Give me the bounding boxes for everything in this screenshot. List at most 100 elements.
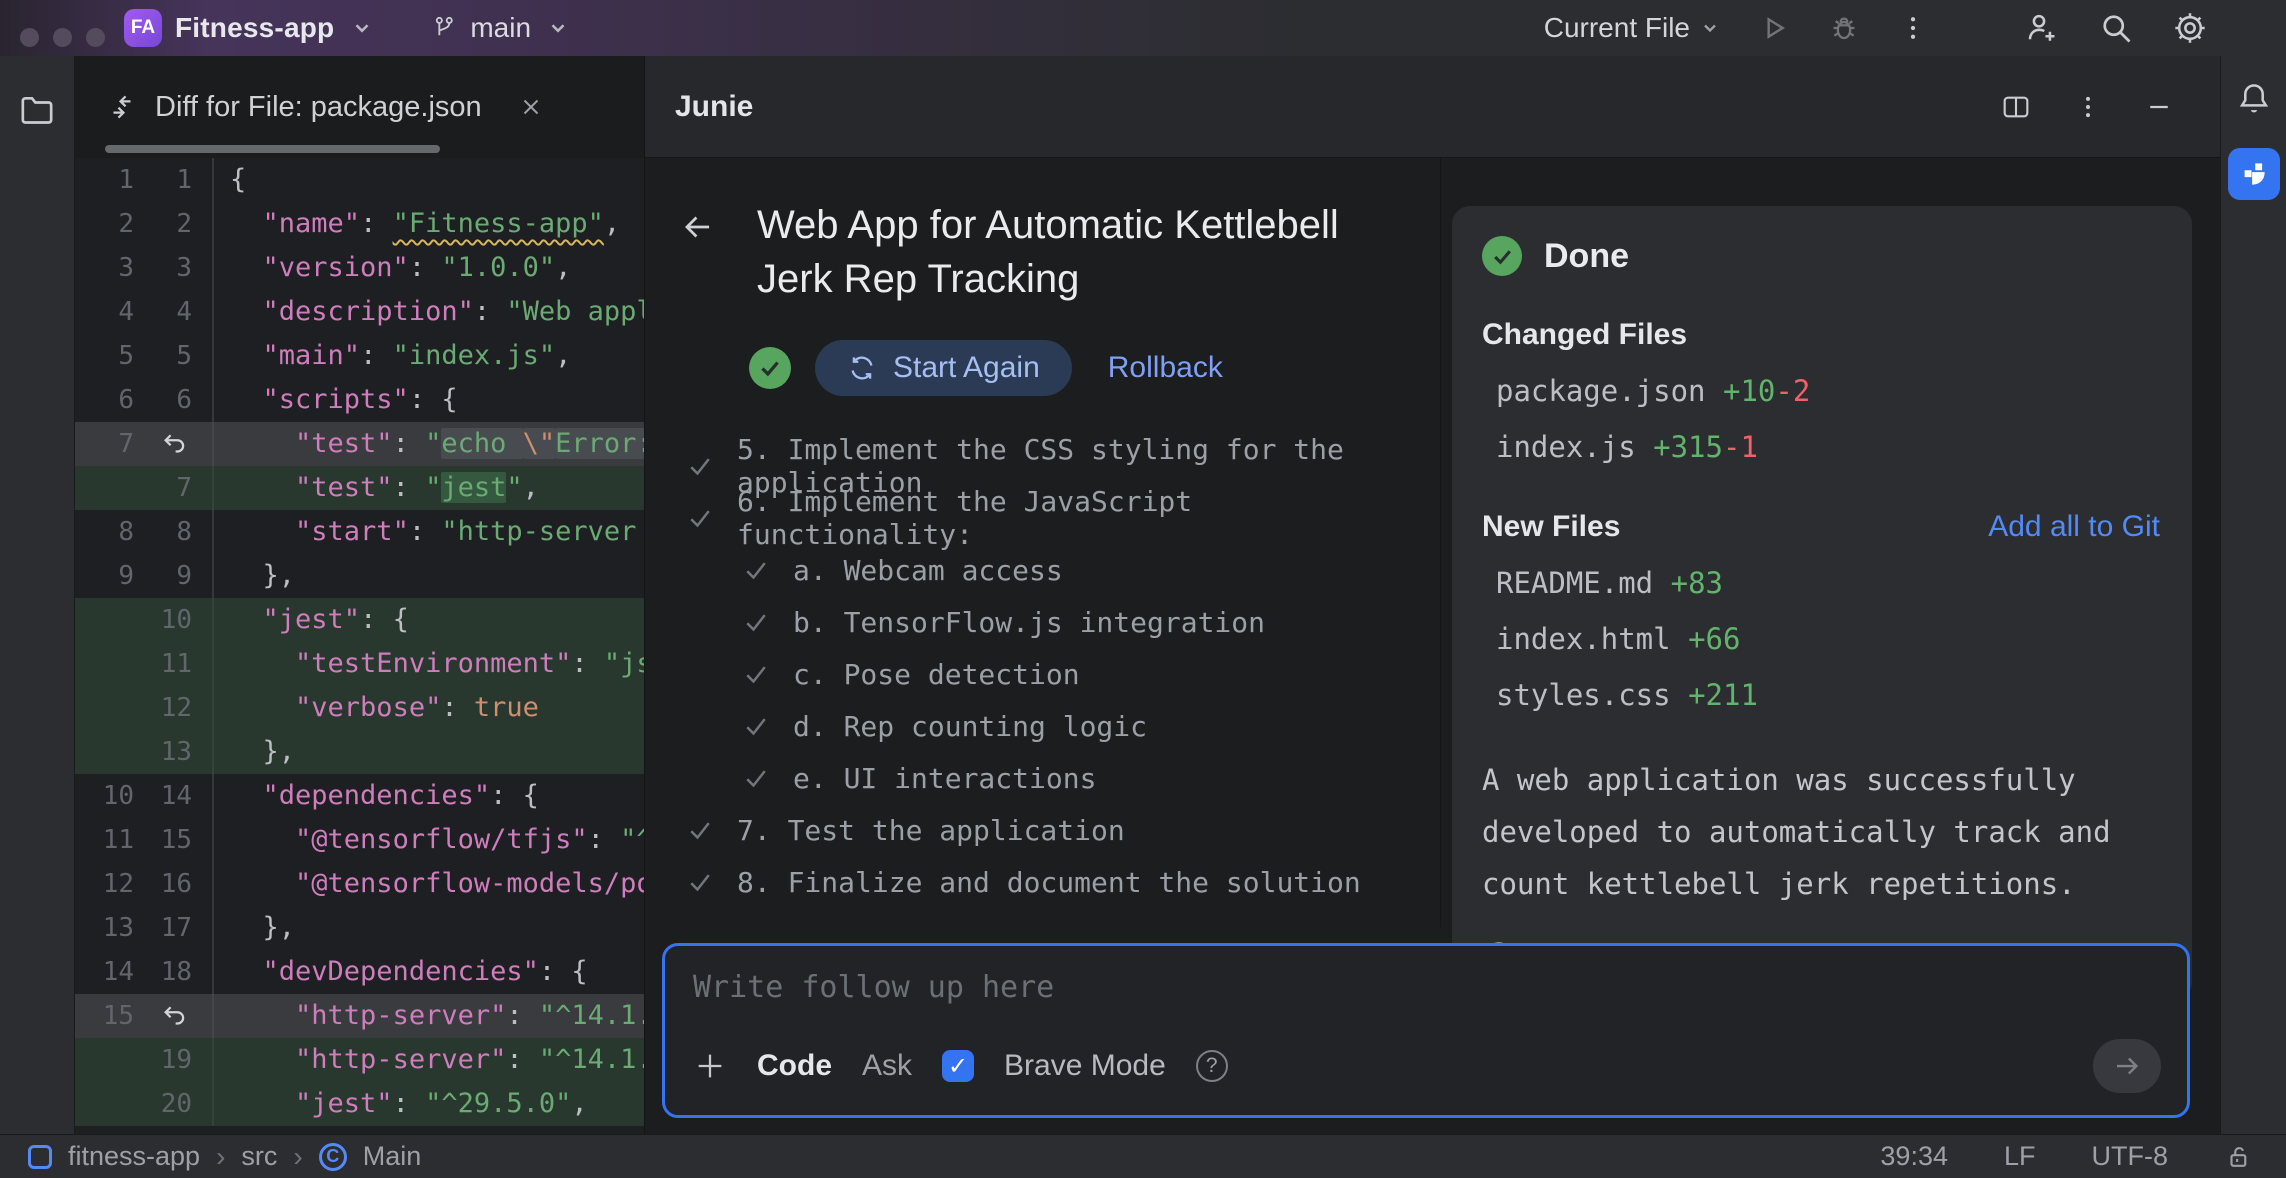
- file-row[interactable]: styles.css +211: [1482, 678, 2160, 712]
- panel-options-menu[interactable]: [2074, 93, 2102, 121]
- line-number-before: 3: [75, 246, 134, 290]
- line-number-before: 11: [75, 818, 134, 862]
- editor-line: 66 "scripts": {: [75, 378, 644, 422]
- send-button[interactable]: [2093, 1039, 2161, 1093]
- line-number-after: 13: [134, 730, 192, 774]
- tab-diff-package-json[interactable]: Diff for File: package.json: [75, 90, 544, 124]
- diff-editor[interactable]: 11{22 "name": "Fitness-app",33 "version"…: [75, 158, 644, 1134]
- editor-line: 20 "jest": "^29.5.0",: [75, 1082, 644, 1126]
- close-window-button[interactable]: [20, 28, 39, 47]
- run-configuration-selector[interactable]: Current File: [1544, 12, 1720, 44]
- file-row[interactable]: README.md +83: [1482, 566, 2160, 600]
- notifications-bell-icon[interactable]: [2235, 80, 2273, 118]
- add-all-to-git-link[interactable]: Add all to Git: [1988, 510, 2160, 544]
- project-avatar: FA: [124, 9, 162, 47]
- editor-line: 13 },: [75, 730, 644, 774]
- diff-icon: [105, 90, 139, 124]
- task-label: 8. Finalize and document the solution: [737, 866, 1361, 899]
- task-list: 5. Implement the CSS styling for the app…: [685, 440, 1410, 908]
- breadcrumb-class[interactable]: Main: [363, 1141, 422, 1172]
- file-name[interactable]: index.html: [1496, 622, 1688, 656]
- mode-code-button[interactable]: Code: [757, 1049, 832, 1083]
- mode-ask-button[interactable]: Ask: [862, 1049, 912, 1083]
- gutter-spacer: [192, 730, 212, 774]
- added-count: +66: [1688, 622, 1740, 656]
- file-name[interactable]: README.md: [1496, 566, 1671, 600]
- debug-button[interactable]: [1828, 12, 1860, 44]
- line-number-before: 6: [75, 378, 134, 422]
- editor-line: 1115 "@tensorflow/tfjs": "^: [75, 818, 644, 862]
- editor-line: 12 "verbose": true: [75, 686, 644, 730]
- check-icon: [741, 763, 771, 793]
- brave-mode-checkbox[interactable]: ✓: [942, 1050, 974, 1082]
- gutter-spacer: [192, 158, 212, 202]
- split-view-icon[interactable]: [2000, 91, 2032, 123]
- file-name[interactable]: styles.css: [1496, 678, 1688, 712]
- close-tab-icon[interactable]: [518, 94, 544, 120]
- gutter-spacer: [192, 290, 212, 334]
- code-text: "http-server": "^14.1.: [212, 1038, 644, 1082]
- editor-line: 19 "http-server": "^14.1.: [75, 1038, 644, 1082]
- brave-mode-label: Brave Mode: [1004, 1049, 1166, 1083]
- left-tool-rail: [0, 56, 75, 1134]
- file-name[interactable]: index.js: [1496, 430, 1653, 464]
- file-row[interactable]: index.html +66: [1482, 622, 2160, 656]
- vcs-widget[interactable]: main: [430, 12, 569, 44]
- line-separator-widget[interactable]: LF: [2004, 1141, 2036, 1172]
- code-text: "start": "http-server: [212, 510, 644, 554]
- done-card: Done Changed Files package.json +10-2ind…: [1452, 206, 2192, 1000]
- encoding-widget[interactable]: UTF-8: [2092, 1141, 2169, 1172]
- minimize-window-button[interactable]: [53, 28, 72, 47]
- removed-count: -2: [1775, 374, 1810, 408]
- done-check-icon: [1482, 236, 1522, 276]
- start-again-button[interactable]: Start Again: [815, 340, 1072, 396]
- breadcrumb-dir[interactable]: src: [241, 1141, 277, 1172]
- more-actions-menu[interactable]: [1898, 13, 1928, 43]
- right-tool-rail: [2220, 56, 2286, 1134]
- follow-up-input[interactable]: Write follow up here Code Ask ✓ Brave Mo…: [662, 943, 2190, 1118]
- file-row[interactable]: package.json +10-2: [1482, 374, 2160, 408]
- file-row[interactable]: index.js +315-1: [1482, 430, 2160, 464]
- revert-change-icon[interactable]: [160, 429, 190, 459]
- breadcrumb: fitness-app › src › C Main: [28, 1141, 421, 1173]
- breadcrumb-project[interactable]: fitness-app: [68, 1141, 200, 1172]
- back-arrow-icon[interactable]: [679, 208, 717, 306]
- editor-line: 15 "http-server": "^14.1.: [75, 994, 644, 1038]
- done-label: Done: [1544, 237, 1629, 276]
- line-number-before: [75, 598, 134, 642]
- revert-change-icon[interactable]: [160, 1001, 190, 1031]
- unlock-icon[interactable]: [2224, 1142, 2254, 1172]
- line-number-after: 8: [134, 510, 192, 554]
- code-text: "name": "Fitness-app",: [212, 202, 644, 246]
- editor-line: 1216 "@tensorflow-models/po: [75, 862, 644, 906]
- task-label: 6. Implement the JavaScript functionalit…: [737, 485, 1410, 551]
- line-number-after: 3: [134, 246, 192, 290]
- maximize-window-button[interactable]: [86, 28, 105, 47]
- search-everywhere-icon[interactable]: [2098, 10, 2134, 46]
- task-label: d. Rep counting logic: [793, 710, 1147, 743]
- settings-gear-icon[interactable]: [2172, 10, 2208, 46]
- check-icon: [741, 607, 771, 637]
- caret-position-widget[interactable]: 39:34: [1880, 1141, 1948, 1172]
- gutter-spacer: [192, 686, 212, 730]
- editor-area: Diff for File: package.json 11{22 "name"…: [75, 56, 645, 1134]
- hide-panel-icon[interactable]: [2144, 92, 2174, 122]
- check-icon: [685, 451, 715, 481]
- run-button[interactable]: [1758, 12, 1790, 44]
- window-controls: [20, 28, 105, 47]
- junie-panel-header: Junie: [645, 56, 2220, 158]
- junie-tool-window-icon[interactable]: [2228, 148, 2280, 200]
- file-name[interactable]: package.json: [1496, 374, 1723, 408]
- help-icon[interactable]: ?: [1196, 1050, 1228, 1082]
- code-with-me-icon[interactable]: [2024, 10, 2060, 46]
- project-selector[interactable]: Fitness-app: [175, 12, 334, 44]
- active-tab-indicator: [105, 145, 440, 153]
- attach-plus-icon[interactable]: [693, 1049, 727, 1083]
- project-root-icon: [28, 1145, 52, 1169]
- project-tool-window-icon[interactable]: [17, 90, 57, 130]
- status-bar: fitness-app › src › C Main 39:34 LF UTF-…: [0, 1134, 2286, 1178]
- task-item: 6. Implement the JavaScript functionalit…: [685, 492, 1410, 544]
- line-number-after: 20: [134, 1082, 192, 1126]
- rollback-link[interactable]: Rollback: [1108, 351, 1223, 385]
- added-count: +83: [1671, 566, 1723, 600]
